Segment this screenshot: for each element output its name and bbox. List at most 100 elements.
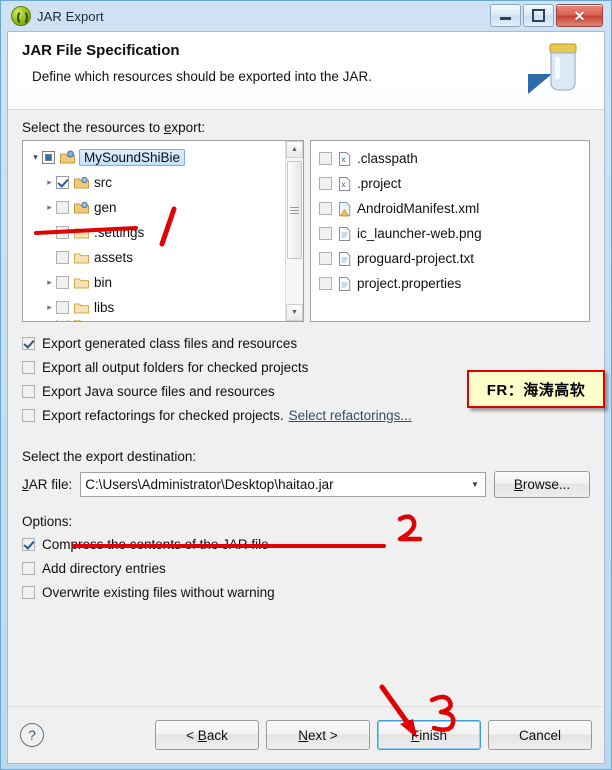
file-icon (339, 226, 351, 241)
list-item[interactable]: ic_launcher-web.png (317, 221, 589, 246)
file-checkbox[interactable] (319, 202, 332, 215)
tree-checkbox[interactable] (42, 151, 55, 164)
tree-checkbox[interactable] (56, 176, 69, 189)
jar-export-window: JAR Export ✕ JAR File Specification Defi… (0, 0, 612, 770)
file-rows: x .classpath x .project AndroidManifest.… (311, 141, 589, 296)
option-label: Overwrite existing files without warning (42, 584, 275, 600)
list-item[interactable]: proguard-project.txt (317, 246, 589, 271)
title-bar: JAR Export ✕ (7, 1, 605, 31)
tree-checkbox[interactable] (56, 226, 69, 239)
expander-icon[interactable]: ▸ (43, 302, 56, 313)
tree-checkbox[interactable] (56, 320, 69, 321)
list-item[interactable]: x .classpath (317, 146, 589, 171)
jar-jar-icon (528, 43, 577, 94)
destination-label: Select the export destination: (22, 449, 197, 464)
option-checkbox[interactable] (22, 336, 35, 350)
page-description: Define which resources should be exporte… (32, 69, 372, 84)
option-checkbox[interactable] (22, 537, 35, 551)
tree-row[interactable]: ▸ gen (25, 195, 303, 220)
list-item[interactable]: project.properties (317, 271, 589, 296)
file-checkbox[interactable] (319, 227, 332, 240)
finish-button[interactable]: Finish (377, 720, 481, 750)
list-item[interactable]: x .project (317, 171, 589, 196)
tree-row-partial[interactable]: ▸ (25, 320, 303, 321)
tree-row-label: bin (94, 275, 113, 290)
expander-icon[interactable]: ▸ (43, 177, 56, 188)
minimize-button[interactable] (490, 4, 521, 27)
options-title: Options: (22, 514, 73, 529)
expander-icon[interactable]: ▸ (43, 227, 56, 238)
tree-row[interactable]: ▾ MySoundShiBie (25, 145, 303, 170)
folder-icon (74, 228, 89, 238)
jar-export-icon (11, 6, 31, 26)
scroll-thumb[interactable] (287, 161, 302, 259)
tree-row[interactable]: ▸ src (25, 170, 303, 195)
tree-checkbox[interactable] (56, 301, 69, 314)
minimize-icon (500, 17, 511, 20)
option-label: Export Java source files and resources (42, 383, 275, 399)
expander-icon[interactable]: ▸ (43, 202, 56, 213)
resource-tree[interactable]: ▾ MySoundShiBie ▸ src ▸ gen ▸ .settings … (22, 140, 304, 322)
browse-button[interactable]: Browse... (494, 471, 590, 498)
help-icon[interactable]: ? (20, 723, 44, 747)
chevron-down-icon[interactable]: ▼ (465, 480, 485, 489)
export-destination: Select the export destination: JAR file:… (22, 449, 590, 498)
close-button[interactable]: ✕ (556, 4, 603, 27)
tree-row-label: gen (94, 200, 117, 215)
tree-checkbox[interactable] (56, 201, 69, 214)
scroll-grip-icon (290, 205, 299, 216)
window-title: JAR Export (37, 8, 104, 24)
tree-row[interactable]: ▸ .settings (25, 220, 303, 245)
tree-row[interactable]: ▸ bin (25, 270, 303, 295)
expander-icon[interactable]: ▾ (29, 152, 42, 163)
xml-file-icon: x (339, 151, 351, 166)
resources-label: Select the resources to export: (22, 120, 206, 135)
list-item-label: proguard-project.txt (357, 251, 475, 266)
option-label: Compress the contents of the JAR file (42, 536, 269, 552)
tree-checkbox[interactable] (56, 276, 69, 289)
jar-options: Compress the contents of the JAR file Ad… (22, 532, 590, 604)
tree-row[interactable]: assets (25, 245, 303, 270)
file-checkbox[interactable] (319, 152, 332, 165)
file-checkbox[interactable] (319, 277, 332, 290)
option-label: Export generated class files and resourc… (42, 335, 298, 351)
option-checkbox[interactable] (22, 585, 35, 599)
expander-icon[interactable]: ▸ (43, 277, 56, 288)
java-project-icon (60, 150, 75, 163)
scroll-down-button[interactable]: ▼ (286, 304, 303, 321)
tree-row[interactable]: ▸ libs (25, 295, 303, 320)
next-button[interactable]: Next > (266, 720, 370, 750)
resource-file-list[interactable]: x .classpath x .project AndroidManifest.… (310, 140, 590, 322)
maximize-button[interactable] (523, 4, 554, 27)
option-overwrite-existing-files[interactable]: Overwrite existing files without warning (22, 580, 590, 604)
option-checkbox[interactable] (22, 384, 35, 398)
banner: JAR File Specification Define which reso… (8, 32, 604, 110)
option-checkbox[interactable] (22, 561, 35, 575)
tree-scrollbar[interactable]: ▲ ▼ (285, 141, 303, 321)
cancel-button[interactable]: Cancel (488, 720, 592, 750)
footer: ? < Back Next > Finish Cancel (8, 707, 604, 763)
select-refactorings-link[interactable]: Select refactorings... (289, 408, 412, 423)
maximize-icon (532, 9, 545, 22)
back-button[interactable]: < Back (155, 720, 259, 750)
option-compress-contents[interactable]: Compress the contents of the JAR file (22, 532, 590, 556)
option-add-directory-entries[interactable]: Add directory entries (22, 556, 590, 580)
file-checkbox[interactable] (319, 177, 332, 190)
list-item[interactable]: AndroidManifest.xml (317, 196, 589, 221)
list-item-label: project.properties (357, 276, 462, 291)
tree-row-label: libs (94, 300, 115, 315)
tree-row-label: src (94, 175, 112, 190)
file-checkbox[interactable] (319, 252, 332, 265)
scroll-up-button[interactable]: ▲ (286, 141, 303, 158)
jar-file-input[interactable] (81, 476, 465, 493)
list-item-label: ic_launcher-web.png (357, 226, 482, 241)
close-icon: ✕ (573, 7, 586, 24)
option-checkbox[interactable] (22, 408, 35, 422)
tree-checkbox[interactable] (56, 251, 69, 264)
option-checkbox[interactable] (22, 360, 35, 374)
android-manifest-icon (339, 201, 351, 216)
list-item-label: .project (357, 176, 402, 191)
jar-file-combo[interactable]: ▼ (80, 472, 486, 497)
option-export-generated-class-files[interactable]: Export generated class files and resourc… (22, 331, 590, 355)
folder-icon (74, 253, 89, 263)
